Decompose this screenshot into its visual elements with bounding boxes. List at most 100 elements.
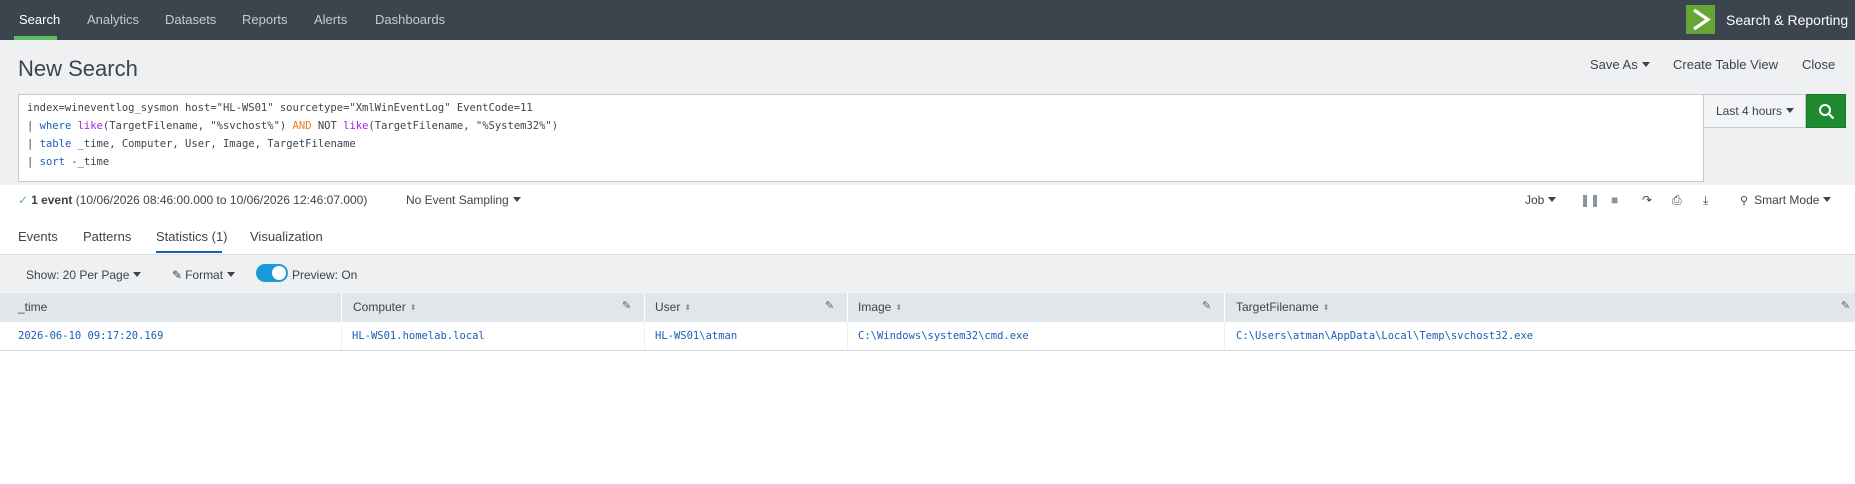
chevron-down-icon: [512, 197, 521, 203]
chevron-down-icon: [133, 272, 142, 278]
column-header-targetfilename[interactable]: TargetFilename ⬍: [1236, 293, 1329, 322]
column-divider: [1224, 293, 1225, 322]
magnifier-icon: [1819, 104, 1835, 120]
chevron-down-icon: [227, 272, 236, 278]
column-header-user[interactable]: User ⬍: [655, 293, 691, 322]
time-range-picker[interactable]: Last 4 hours: [1703, 94, 1806, 128]
sort-icon: ⬍: [1322, 303, 1330, 313]
query-text: NOT: [311, 120, 344, 132]
tab-visualization[interactable]: Visualization: [250, 219, 323, 255]
search-mode-label: Smart Mode: [1754, 193, 1820, 207]
tab-events[interactable]: Events: [18, 219, 58, 255]
create-table-view-button[interactable]: Create Table View: [1673, 57, 1778, 72]
chevron-down-icon: [1548, 197, 1557, 203]
column-divider: [644, 322, 645, 350]
query-text: (TargetFilename, "%svchost%"): [102, 120, 293, 132]
column-label: Computer: [353, 300, 406, 314]
query-line: index=wineventlog_sysmon host="HL-WS01" …: [27, 102, 533, 114]
tab-patterns[interactable]: Patterns: [83, 219, 131, 255]
event-count-status: ✓ 1 event (10/06/2026 08:46:00.000 to 10/…: [18, 193, 367, 207]
chevron-down-icon: [1786, 108, 1795, 114]
nav-item-analytics[interactable]: Analytics: [85, 0, 141, 40]
column-divider: [847, 293, 848, 322]
query-text: index=wineventlog_sysmon host="HL-WS01" …: [27, 102, 533, 114]
save-as-menu[interactable]: Save As: [1590, 57, 1650, 72]
column-divider: [341, 322, 342, 350]
stop-icon[interactable]: ■: [1611, 193, 1618, 207]
query-text: |: [27, 156, 40, 168]
column-label: Image: [858, 300, 892, 314]
pencil-icon: ✎: [172, 268, 183, 282]
cell-time[interactable]: 2026-06-10 09:17:20.169: [18, 330, 163, 342]
close-button[interactable]: Close: [1802, 57, 1835, 72]
chevron-down-icon: [1641, 62, 1650, 68]
chevron-down-icon: [1823, 197, 1832, 203]
pin-icon: ⚲: [1740, 195, 1749, 207]
column-header-time[interactable]: _time: [18, 293, 47, 322]
query-keyword: like: [343, 120, 369, 132]
job-label: Job: [1525, 193, 1545, 207]
share-icon[interactable]: ↷: [1642, 193, 1652, 207]
nav-item-search[interactable]: Search: [17, 0, 62, 40]
column-label: _time: [18, 300, 48, 314]
event-count: 1 event: [31, 193, 73, 207]
preview-toggle[interactable]: [256, 264, 288, 282]
page-title: New Search: [18, 56, 138, 81]
sort-icon: ⬍: [684, 303, 692, 313]
search-button[interactable]: [1806, 94, 1846, 128]
toggle-knob: [272, 266, 286, 280]
nav-item-reports[interactable]: Reports: [240, 0, 290, 40]
query-keyword: AND: [292, 120, 312, 132]
splunk-chevron-logo-icon[interactable]: [1686, 5, 1715, 34]
query-keyword: sort: [39, 156, 65, 168]
time-range-label: Last 4 hours: [1716, 104, 1783, 118]
query-text: (TargetFilename, "%System32%"): [368, 120, 559, 132]
column-label: TargetFilename: [1236, 300, 1319, 314]
query-text: |: [27, 138, 40, 150]
table-header: [0, 293, 1855, 322]
per-page-menu[interactable]: Show: 20 Per Page: [26, 268, 142, 282]
nav-item-dashboards[interactable]: Dashboards: [373, 0, 447, 40]
export-icon[interactable]: ⤓: [1703, 193, 1708, 208]
query-keyword: like: [77, 120, 103, 132]
checkmark-icon: ✓: [18, 193, 29, 207]
column-divider: [644, 293, 645, 322]
edit-column-icon[interactable]: ✎: [622, 299, 631, 312]
job-menu[interactable]: Job: [1525, 193, 1557, 207]
query-text: |: [27, 120, 40, 132]
column-divider: [341, 293, 342, 322]
cell-computer[interactable]: HL-WS01.homelab.local: [352, 330, 485, 342]
app-name[interactable]: Search & Reporting: [1726, 0, 1848, 40]
query-keyword: where: [39, 120, 72, 132]
edit-column-icon[interactable]: ✎: [1202, 299, 1211, 312]
column-header-computer[interactable]: Computer ⬍: [353, 293, 416, 322]
sort-icon: ⬍: [895, 303, 903, 313]
sort-icon: ⬍: [409, 303, 417, 313]
pause-icon[interactable]: ❚❚: [1580, 193, 1600, 207]
format-label: Format: [185, 268, 224, 282]
time-range-summary: (10/06/2026 08:46:00.000 to 10/06/2026 1…: [75, 193, 368, 207]
cell-targetfilename[interactable]: C:\Users\atman\AppData\Local\Temp\svchos…: [1236, 330, 1533, 342]
format-menu[interactable]: ✎ Format: [172, 268, 236, 282]
print-icon[interactable]: ⎙: [1672, 193, 1682, 208]
query-line: | where like(TargetFilename, "%svchost%"…: [27, 120, 558, 132]
per-page-label: Show: 20 Per Page: [26, 268, 130, 282]
column-label: User: [655, 300, 681, 314]
column-header-image[interactable]: Image ⬍: [858, 293, 902, 322]
nav-item-datasets[interactable]: Datasets: [163, 0, 218, 40]
search-mode-menu[interactable]: ⚲ Smart Mode: [1740, 193, 1832, 207]
edit-column-icon[interactable]: ✎: [1841, 299, 1850, 312]
search-query-input[interactable]: index=wineventlog_sysmon host="HL-WS01" …: [18, 94, 1704, 182]
cell-image[interactable]: C:\Windows\system32\cmd.exe: [858, 330, 1029, 342]
event-sampling-menu[interactable]: No Event Sampling: [406, 193, 521, 207]
sampling-label: No Event Sampling: [406, 193, 509, 207]
column-divider: [1224, 322, 1225, 350]
edit-column-icon[interactable]: ✎: [825, 299, 834, 312]
query-text: _time, Computer, User, Image, TargetFile…: [71, 138, 356, 150]
nav-item-alerts[interactable]: Alerts: [312, 0, 349, 40]
query-keyword: table: [39, 138, 72, 150]
cell-user[interactable]: HL-WS01\atman: [655, 330, 737, 342]
column-divider: [847, 322, 848, 350]
query-text: -_time: [64, 156, 110, 168]
tab-statistics[interactable]: Statistics (1): [156, 219, 228, 255]
